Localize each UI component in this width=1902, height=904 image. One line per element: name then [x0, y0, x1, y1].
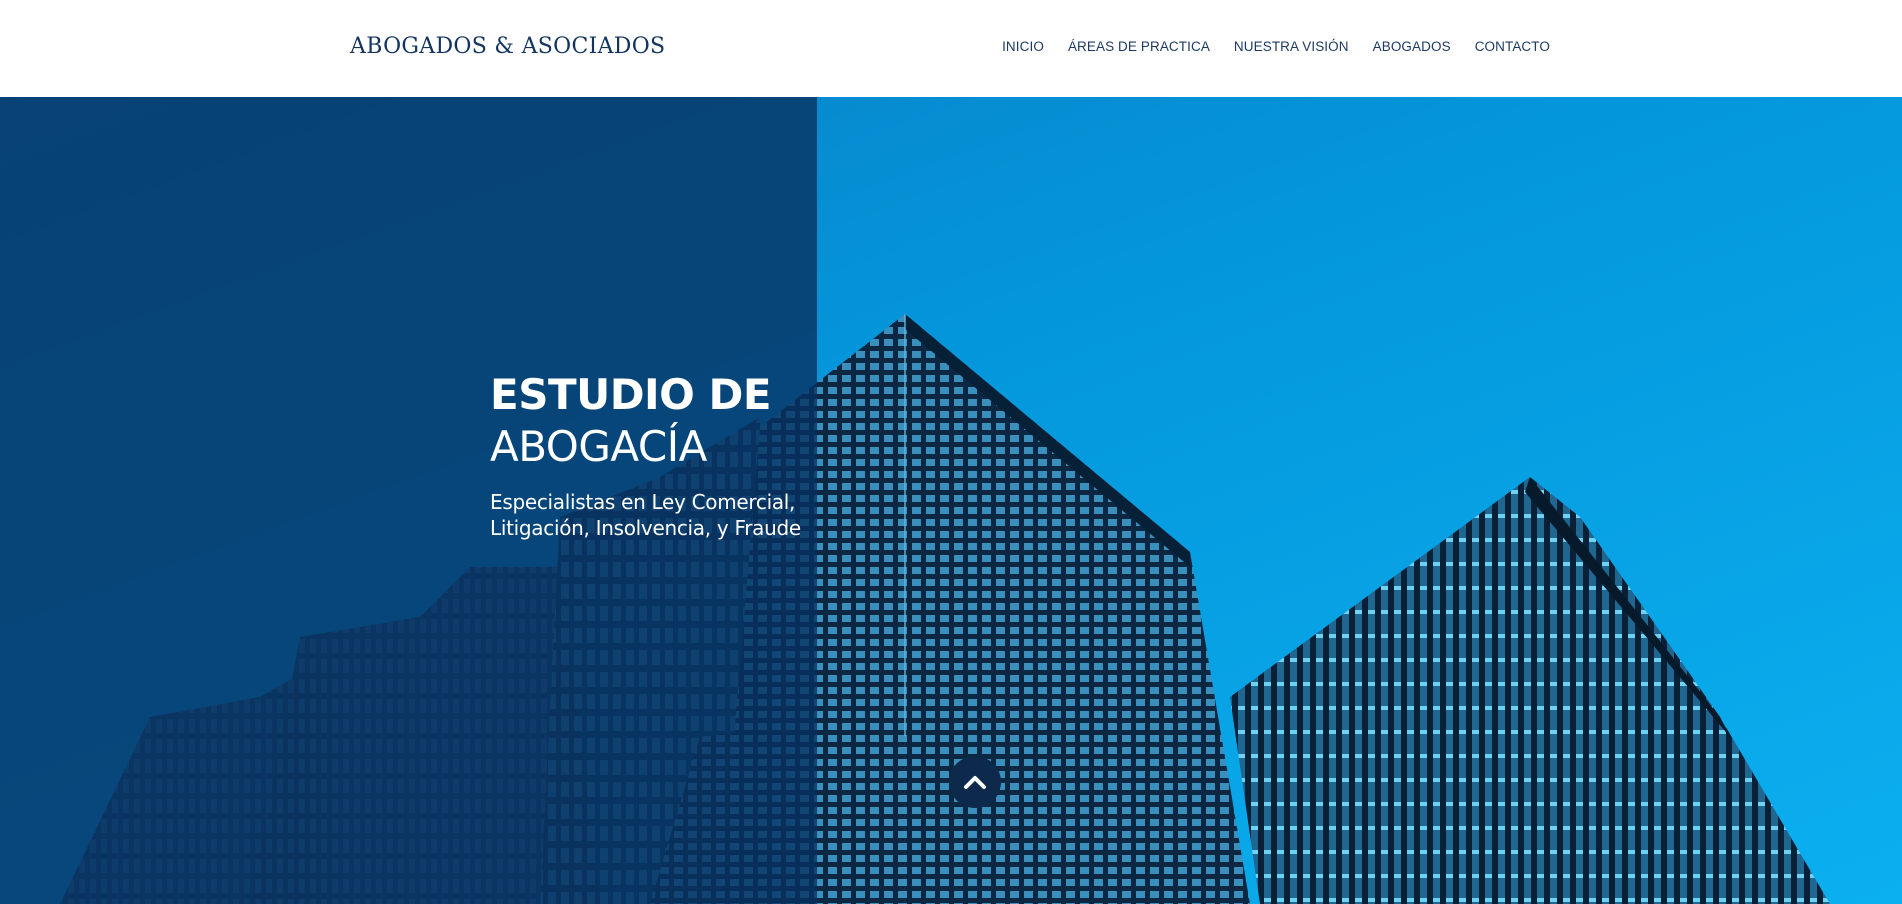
hero-title-line-2: ABOGACÍA — [490, 422, 707, 471]
nav-item-abogados[interactable]: ABOGADOS — [1373, 39, 1451, 54]
scroll-to-top-button[interactable] — [949, 756, 1001, 808]
nav-item-nuestra-vision[interactable]: NUESTRA VISIÓN — [1234, 39, 1349, 54]
nav-item-inicio[interactable]: INICIO — [1002, 39, 1044, 54]
hero-subtitle-line-2: Litigación, Insolvencia, y Fraude — [490, 516, 801, 540]
hero-subtitle: Especialistas en Ley Comercial, Litigaci… — [490, 489, 801, 541]
site-header: ABOGADOS & ASOCIADOS INICIO ÁREAS DE PRA… — [0, 0, 1902, 97]
hero-text-block: ESTUDIO DE ABOGACÍA Especialistas en Ley… — [490, 369, 801, 541]
site-logo[interactable]: ABOGADOS & ASOCIADOS — [350, 34, 665, 59]
nav-item-contacto[interactable]: CONTACTO — [1475, 39, 1550, 54]
hero-section: ESTUDIO DE ABOGACÍA Especialistas en Ley… — [0, 97, 1902, 904]
main-nav: INICIO ÁREAS DE PRACTICA NUESTRA VISIÓN … — [1002, 39, 1550, 54]
hero-subtitle-line-1: Especialistas en Ley Comercial, — [490, 490, 796, 514]
nav-item-areas-de-practica[interactable]: ÁREAS DE PRACTICA — [1068, 39, 1210, 54]
chevron-up-icon — [964, 776, 986, 789]
hero-title-line-1: ESTUDIO DE — [490, 370, 772, 419]
